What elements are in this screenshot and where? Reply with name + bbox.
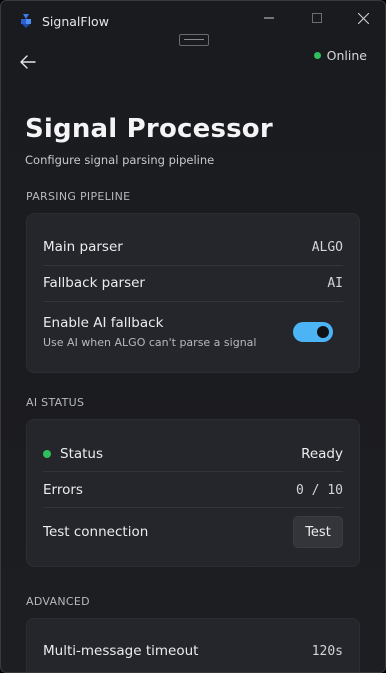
- minimize-icon: [264, 17, 274, 19]
- ai-status-card: Status Ready Errors 0 / 10 Test connecti…: [26, 419, 360, 567]
- main-parser-row[interactable]: Main parser ALGO: [43, 233, 343, 261]
- status-value: Ready: [301, 446, 343, 462]
- connection-status-label: Online: [326, 48, 367, 63]
- divider: [43, 301, 343, 302]
- toggle-knob: [317, 326, 329, 338]
- online-status-dot: [313, 52, 321, 59]
- errors-label: Errors: [43, 482, 83, 498]
- section-label-parsing: PARSING PIPELINE: [26, 190, 131, 203]
- status-label-group: Status: [43, 446, 103, 462]
- close-button[interactable]: [340, 1, 385, 35]
- errors-row: Errors 0 / 10: [43, 476, 343, 504]
- ai-fallback-text: Enable AI fallback Use AI when ALGO can'…: [43, 315, 256, 349]
- connection-indicator: Online: [313, 48, 367, 63]
- divider: [43, 471, 343, 472]
- test-connection-label: Test connection: [43, 524, 149, 540]
- main-parser-label: Main parser: [43, 239, 123, 255]
- section-label-advanced: ADVANCED: [26, 595, 90, 608]
- status-label: Status: [60, 446, 104, 462]
- divider: [43, 507, 343, 508]
- drag-handle[interactable]: [179, 34, 209, 46]
- ai-fallback-label: Enable AI fallback: [43, 315, 164, 331]
- status-row: Status Ready: [43, 440, 343, 468]
- minimize-button[interactable]: [246, 1, 292, 35]
- ai-fallback-row: Enable AI fallback Use AI when ALGO can'…: [43, 311, 343, 353]
- fallback-parser-row[interactable]: Fallback parser AI: [43, 269, 343, 297]
- app-window: SignalFlow Online Signal Processor Confi…: [0, 0, 386, 673]
- timeout-value: 120s: [311, 643, 343, 659]
- fallback-parser-label: Fallback parser: [43, 275, 145, 291]
- errors-value: 0 / 10: [296, 482, 343, 498]
- fallback-parser-value: AI: [327, 275, 343, 291]
- page-subtitle: Configure signal parsing pipeline: [25, 153, 215, 167]
- status-dot: [43, 450, 51, 458]
- parsing-pipeline-card: Main parser ALGO Fallback parser AI Enab…: [26, 213, 360, 373]
- maximize-icon: [312, 13, 322, 23]
- arrow-left-icon: [20, 55, 36, 69]
- ai-fallback-toggle[interactable]: [293, 322, 333, 342]
- divider: [43, 265, 343, 266]
- app-logo-icon: [21, 14, 31, 28]
- section-label-ai-status: AI STATUS: [26, 396, 85, 409]
- back-button[interactable]: [15, 49, 41, 75]
- timeout-row[interactable]: Multi-message timeout 120s: [43, 637, 343, 665]
- test-connection-button[interactable]: Test: [293, 516, 343, 548]
- timeout-label: Multi-message timeout: [43, 643, 199, 659]
- title-bar[interactable]: SignalFlow: [1, 1, 385, 37]
- page-title: Signal Processor: [25, 114, 273, 144]
- close-icon: [357, 12, 369, 24]
- app-title: SignalFlow: [42, 14, 109, 29]
- ai-fallback-help: Use AI when ALGO can't parse a signal: [43, 336, 257, 349]
- main-parser-value: ALGO: [311, 239, 343, 255]
- test-connection-row: Test connection Test: [43, 515, 343, 549]
- maximize-button[interactable]: [294, 1, 340, 35]
- advanced-card: Multi-message timeout 120s: [26, 618, 360, 672]
